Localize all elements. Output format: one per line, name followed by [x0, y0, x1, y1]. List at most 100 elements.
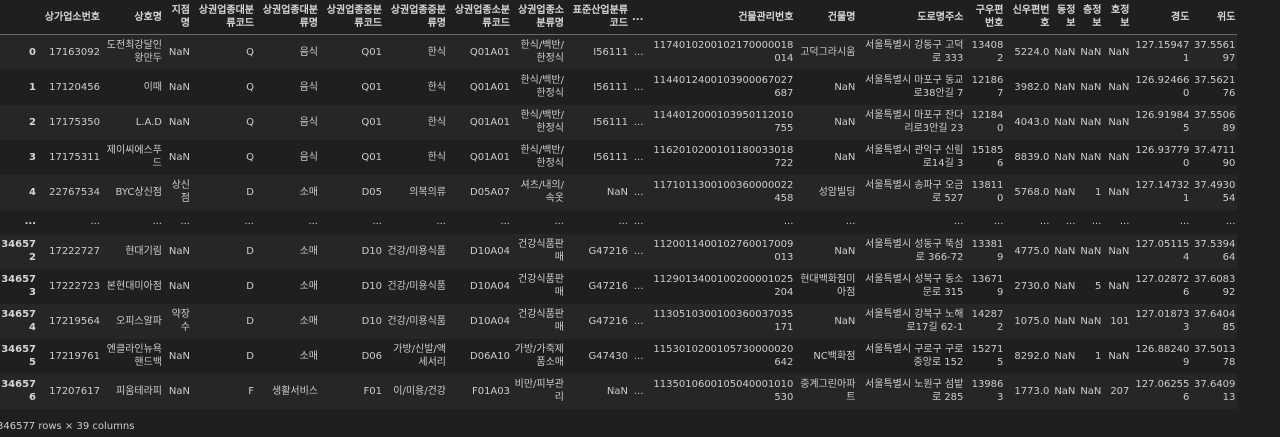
table-cell: I56111: [593, 151, 628, 163]
table-cell: NaN: [1108, 46, 1130, 58]
table-cell: 17219761: [49, 350, 100, 362]
table-cell: D06A10: [470, 350, 510, 362]
table-cell: 가방/신발/액세서리: [393, 344, 446, 368]
table-cell: Q: [246, 81, 254, 93]
column-header: 상권업종소분류명: [512, 0, 566, 35]
table-cell: NaN: [606, 385, 628, 397]
table-cell: 127.018733: [1135, 309, 1190, 333]
table-cell: D10: [361, 245, 382, 257]
table-cell: 1162010200101180033018722: [653, 145, 794, 169]
table-cell: D05: [361, 186, 382, 198]
table-cell: 본현대미아점: [106, 280, 162, 292]
table-cell: D10A04: [470, 280, 510, 292]
table-cell: I56111: [593, 81, 628, 93]
table-row: 346575 17219761 엔클라인뉴욕핸드백 NaN D 소매 D06 가방/신발/액세…: [0, 338, 1238, 374]
table-cell: NaN: [1054, 350, 1076, 362]
table-cell: ...: [633, 385, 644, 397]
table-cell: 127.028726: [1135, 274, 1190, 298]
table-cell: ...: [618, 216, 628, 227]
table-cell: D05A07: [470, 186, 510, 198]
table-cell: 121867: [971, 75, 1004, 99]
table-cell: 4775.0: [1014, 245, 1050, 257]
table-cell: ...: [90, 216, 100, 227]
table-cell: 서울특별시 구로구 구로중앙로 152: [865, 344, 964, 368]
table-cell: 음식: [299, 46, 318, 58]
table-cell: Q01A01: [469, 46, 510, 58]
table-cell: 127.062556: [1135, 379, 1190, 403]
table-cell: 127.147321: [1135, 180, 1190, 204]
table-cell: 17175350: [49, 116, 100, 128]
table-cell: ...: [500, 216, 510, 227]
table-row: 3 17175311 제이씨에스푸드 NaN Q 음식 Q01 한식 Q01A01 한식/백반/한…: [0, 139, 1238, 175]
table-cell: 37.539464: [1194, 239, 1236, 263]
table-cell: I56111: [593, 46, 628, 58]
table-cell: ...: [436, 216, 446, 227]
table-cell: 서울특별시 강북구 노해로17길 62-1: [865, 309, 964, 333]
table-cell: 엔클라인뉴욕핸드백: [106, 344, 162, 368]
table-cell: 4043.0: [1014, 116, 1050, 128]
table-cell: NaN: [1054, 315, 1076, 327]
table-cell: F: [248, 385, 254, 397]
table-row: 2 17175350 L.A.D NaN Q 음식 Q01 한식 Q01A01 한식/백반/한정식…: [0, 104, 1238, 140]
table-cell: 소매: [299, 350, 318, 362]
column-header: 경도: [1131, 0, 1192, 35]
row-index: 346572: [1, 239, 36, 263]
table-cell: 101: [1110, 315, 1130, 327]
table-cell: NaN: [1080, 116, 1102, 128]
table-cell: NaN: [1108, 245, 1130, 257]
table-cell: ...: [633, 116, 644, 128]
table-cell: 건강식품판매: [518, 309, 564, 333]
dataframe-output: 상가업소번호 상호명 지점명 상권업종대분류코드 상권업종대분류명 상권업종중분류코드 상권…: [0, 0, 1280, 437]
table-cell: D: [246, 350, 254, 362]
table-cell: ...: [308, 216, 318, 227]
table-cell: 37.471190: [1194, 145, 1236, 169]
table-cell: NaN: [1054, 186, 1076, 198]
table-cell: NaN: [834, 81, 856, 93]
table-cell: 한식/백반/한정식: [520, 110, 564, 134]
table-cell: NaN: [168, 151, 190, 163]
table-cell: ...: [1065, 216, 1076, 227]
table-cell: ...: [1039, 216, 1050, 227]
table-cell: NaN: [834, 116, 856, 128]
table-cell: G47216: [588, 280, 628, 292]
table-cell: 37.640485: [1194, 309, 1236, 333]
table-cell: D: [246, 186, 254, 198]
table-cell: 건강/미용식품: [387, 245, 446, 257]
table-cell: NaN: [1108, 116, 1130, 128]
column-header: 건물명: [795, 0, 858, 35]
table-cell: 152715: [971, 344, 1004, 368]
table-cell: NaN: [1080, 81, 1102, 93]
column-header: 호정보: [1103, 0, 1132, 35]
column-header: 상권업종중분류명: [384, 0, 448, 35]
table-cell: 서울특별시 노원구 섬밭로 285: [865, 379, 964, 403]
table-cell: Q: [246, 151, 254, 163]
dataframe-table: 상가업소번호 상호명 지점명 상권업종대분류코드 상권업종대분류명 상권업종중분류코드 상권…: [0, 0, 1238, 409]
table-cell: G47430: [588, 350, 628, 362]
table-cell: 37.608392: [1194, 274, 1236, 298]
table-cell: NaN: [1054, 81, 1076, 93]
column-header: 구우편번호: [965, 0, 1006, 35]
table-cell: 고덕그라시움: [800, 46, 856, 58]
table-cell: 138110: [971, 180, 1004, 204]
table-cell: NaN: [168, 350, 190, 362]
table-cell: 1144012400103900067027687: [653, 75, 794, 99]
table-cell: 5768.0: [1014, 186, 1050, 198]
table-cell: D: [246, 280, 254, 292]
column-header: 상권업종소분류코드: [448, 0, 512, 35]
column-header: 위도: [1191, 0, 1238, 35]
table-row: 0 17163092 도전최강달인왕만두 NaN Q 음식 Q01 한식 Q01A01 한식/백반…: [0, 34, 1238, 70]
table-cell: 건강식품판매: [518, 274, 564, 298]
table-cell: ...: [152, 216, 162, 227]
table-cell: NaN: [1108, 151, 1130, 163]
table-cell: 207: [1110, 385, 1130, 397]
table-cell: 서울특별시 마포구 동교로38안길 7: [865, 75, 964, 99]
table-cell: 가방/가죽제품소매: [514, 344, 564, 368]
table-cell: 5: [1095, 280, 1102, 292]
table-cell: 한식/백반/한정식: [520, 145, 564, 169]
column-header: 상가업소번호: [38, 0, 102, 35]
table-cell: Q01A01: [469, 81, 510, 93]
table-cell: 한식: [427, 151, 446, 163]
table-cell: NaN: [168, 280, 190, 292]
table-cell: 139863: [971, 379, 1004, 403]
table-cell: ...: [1119, 216, 1130, 227]
